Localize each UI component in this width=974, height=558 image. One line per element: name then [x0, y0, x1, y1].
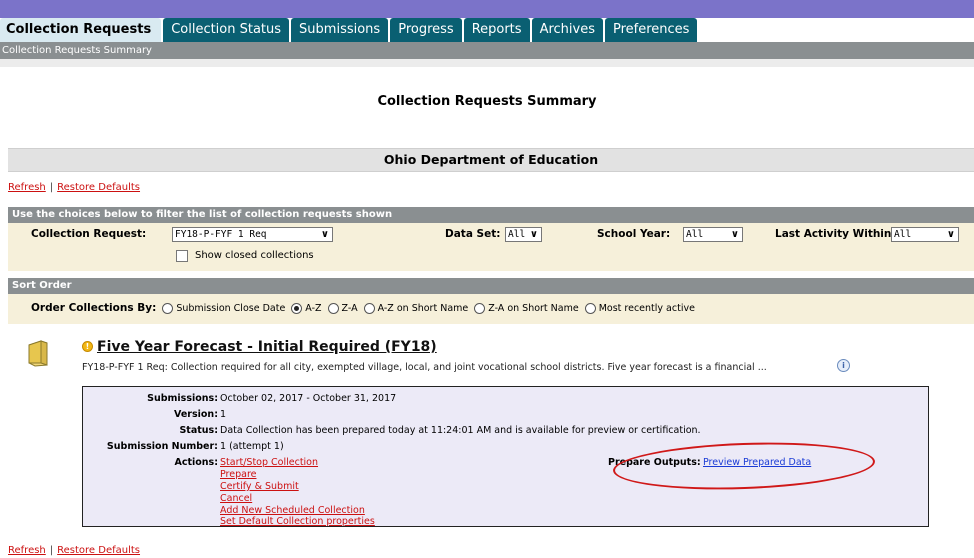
alert-bulb-icon: ! [82, 341, 93, 352]
collection-request-value: FY18-P-FYF 1 Req [175, 229, 267, 240]
tab-preferences[interactable]: Preferences [604, 18, 698, 42]
info-icon[interactable]: i [837, 359, 850, 372]
school-year-value: All [686, 229, 704, 240]
chevron-down-icon: ∨ [946, 229, 955, 240]
submissions-label: Submissions: [147, 393, 218, 404]
radio-a-z[interactable] [291, 302, 303, 314]
school-year-label: School Year: [597, 228, 671, 240]
filter-panel: Collection Request: FY18-P-FYF 1 Req ∨ S… [8, 223, 974, 271]
tab-progress[interactable]: Progress [390, 18, 462, 42]
actions-label: Actions: [174, 457, 218, 468]
tab-archives[interactable]: Archives [531, 18, 603, 42]
submission-number-label: Submission Number: [106, 441, 218, 452]
status-value: Data Collection has been prepared today … [220, 425, 701, 436]
radio-submission-close-date[interactable] [162, 302, 174, 314]
last-activity-label: Last Activity Within: [775, 228, 896, 240]
bottom-links: Refresh | Restore Defaults [8, 545, 140, 556]
collection-request-select[interactable]: FY18-P-FYF 1 Req ∨ [172, 227, 333, 242]
tab-submissions[interactable]: Submissions [291, 18, 389, 42]
chevron-down-icon: ∨ [320, 229, 329, 240]
radio-z-a-short-name[interactable] [474, 302, 486, 314]
divider-band [0, 59, 974, 67]
certify-submit-link[interactable]: Certify & Submit [220, 481, 299, 492]
sort-panel: Order Collections By: Submission Close D… [8, 294, 974, 324]
data-set-value: All [508, 229, 526, 240]
school-year-select[interactable]: All ∨ [683, 227, 743, 242]
set-default-properties-link[interactable]: Set Default Collection properties [220, 516, 375, 527]
top-strip [0, 0, 974, 18]
radio-a-z-short-name[interactable] [363, 302, 375, 314]
restore-defaults-link[interactable]: Restore Defaults [57, 182, 140, 193]
radio-label: Z-A [341, 302, 358, 314]
last-activity-select[interactable]: All ∨ [891, 227, 959, 242]
data-set-label: Data Set: [445, 228, 501, 240]
cancel-link[interactable]: Cancel [220, 493, 252, 504]
sort-options: Order Collections By: Submission Close D… [31, 302, 701, 314]
chevron-down-icon: ∨ [730, 229, 739, 240]
refresh-link[interactable]: Refresh [8, 545, 46, 556]
page-title: Collection Requests Summary [377, 94, 597, 109]
link-separator: | [49, 182, 54, 193]
top-links: Refresh | Restore Defaults [8, 182, 140, 193]
sort-heading: Sort Order [8, 278, 974, 294]
radio-most-recently-active[interactable] [584, 302, 596, 314]
add-scheduled-collection-link[interactable]: Add New Scheduled Collection [220, 505, 365, 516]
link-separator: | [49, 545, 54, 556]
chevron-down-icon: ∨ [529, 229, 538, 240]
show-closed-label: Show closed collections [195, 250, 314, 261]
last-activity-value: All [894, 229, 912, 240]
refresh-link[interactable]: Refresh [8, 182, 46, 193]
filter-heading: Use the choices below to filter the list… [8, 207, 974, 223]
organization-header: Ohio Department of Education [8, 148, 974, 172]
submission-number-value: 1 (attempt 1) [220, 441, 284, 452]
version-value: 1 [220, 409, 227, 420]
restore-defaults-link[interactable]: Restore Defaults [57, 545, 140, 556]
radio-label: Most recently active [598, 302, 695, 314]
collection-request-label: Collection Request: [31, 228, 147, 240]
tab-collection-status[interactable]: Collection Status [163, 18, 290, 42]
tab-collection-requests[interactable]: Collection Requests [0, 18, 162, 42]
radio-label: A-Z [305, 302, 322, 314]
radio-z-a[interactable] [327, 302, 339, 314]
show-closed-checkbox[interactable] [176, 250, 188, 262]
prepare-link[interactable]: Prepare [220, 469, 257, 480]
order-by-label: Order Collections By: [31, 302, 157, 314]
tab-reports[interactable]: Reports [463, 18, 530, 42]
data-set-select[interactable]: All ∨ [505, 227, 542, 242]
version-label: Version: [174, 409, 218, 420]
radio-label: A-Z on Short Name [377, 302, 469, 314]
folder-icon [28, 340, 48, 367]
collection-request-description: FY18-P-FYF 1 Req: Collection required fo… [82, 362, 767, 373]
status-label: Status: [179, 425, 218, 436]
main-tabs: Collection Requests Collection Status Su… [0, 18, 699, 42]
submissions-value: October 02, 2017 - October 31, 2017 [220, 393, 397, 404]
start-stop-collection-link[interactable]: Start/Stop Collection [220, 457, 318, 468]
collection-request-title[interactable]: Five Year Forecast - Initial Required (F… [97, 339, 437, 355]
subnav-bar: Collection Requests Summary [0, 42, 974, 59]
radio-label: Submission Close Date [176, 302, 286, 314]
radio-label: Z-A on Short Name [488, 302, 579, 314]
